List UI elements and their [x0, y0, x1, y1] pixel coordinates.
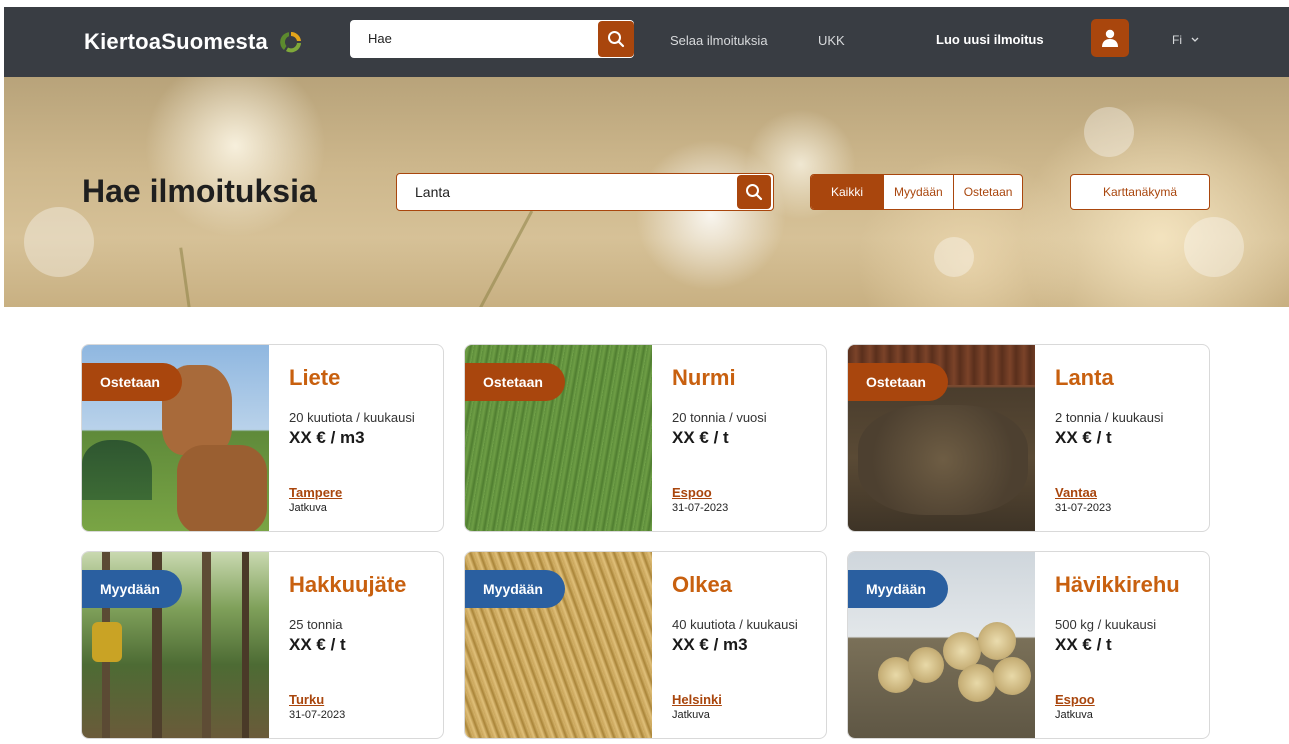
listing-search-button[interactable]	[737, 175, 771, 209]
listing-price: XX € / m3	[289, 428, 365, 447]
listing-badge: Ostetaan	[82, 363, 182, 401]
listing-location-link[interactable]: Espoo	[672, 485, 712, 500]
listing-quantity: 2 tonnia / kuukausi	[1055, 410, 1164, 425]
listing-price: XX € / t	[1055, 635, 1112, 654]
listing-search-bar: Lanta	[396, 173, 774, 211]
hero-flower-stem	[474, 210, 534, 307]
listing-date: Jatkuva	[289, 502, 327, 514]
header-search-button[interactable]	[598, 21, 634, 57]
filter-selling[interactable]: Myydään	[883, 175, 953, 209]
listing-card[interactable]: Ostetaan Liete 20 kuutiota / kuukausi XX…	[81, 344, 444, 532]
hero-bokeh	[24, 207, 94, 277]
listing-location-link[interactable]: Espoo	[1055, 692, 1095, 707]
recycle-logo-icon	[280, 31, 301, 53]
listing-title[interactable]: Hakkuujäte	[289, 572, 406, 598]
language-label: Fi	[1172, 33, 1182, 47]
nav-browse-listings[interactable]: Selaa ilmoituksia	[670, 33, 768, 48]
chevron-down-icon	[1191, 37, 1199, 42]
search-icon	[746, 184, 763, 201]
logo[interactable]: KiertoaSuomesta	[84, 29, 304, 55]
listing-price: XX € / t	[672, 428, 729, 447]
user-profile-button[interactable]	[1091, 19, 1129, 57]
listing-quantity: 20 tonnia / vuosi	[672, 410, 767, 425]
listing-badge: Ostetaan	[465, 363, 565, 401]
map-view-button[interactable]: Karttanäkymä	[1070, 174, 1210, 210]
listing-price: XX € / t	[289, 635, 346, 654]
language-selector[interactable]: Fi	[1172, 33, 1199, 47]
header-search-input[interactable]: Hae	[368, 31, 392, 46]
listing-card[interactable]: Myydään Hakkuujäte 25 tonnia XX € / t Tu…	[81, 551, 444, 739]
listing-badge: Myydään	[82, 570, 182, 608]
listing-location-link[interactable]: Helsinki	[672, 692, 722, 707]
listing-title[interactable]: Liete	[289, 365, 340, 391]
listing-quantity: 25 tonnia	[289, 617, 343, 632]
listing-card[interactable]: Ostetaan Lanta 2 tonnia / kuukausi XX € …	[847, 344, 1210, 532]
hero-flower-stem	[179, 247, 192, 307]
listing-card[interactable]: Myydään Hävikkirehu 500 kg / kuukausi XX…	[847, 551, 1210, 739]
listing-date: Jatkuva	[672, 709, 710, 721]
filter-buying[interactable]: Ostetaan	[952, 175, 1023, 209]
hero-bokeh	[1184, 217, 1244, 277]
logo-text: KiertoaSuomesta	[84, 29, 268, 54]
listing-date: 31-07-2023	[289, 709, 346, 721]
search-icon	[608, 31, 625, 48]
listing-quantity: 500 kg / kuukausi	[1055, 617, 1157, 632]
listing-badge: Ostetaan	[848, 363, 948, 401]
filter-all[interactable]: Kaikki	[811, 175, 884, 209]
listing-title[interactable]: Lanta	[1055, 365, 1114, 391]
user-icon	[1102, 29, 1118, 47]
header-search-bar: Hae	[350, 20, 634, 58]
listing-date: Jatkuva	[1055, 709, 1093, 721]
listing-price: XX € / t	[1055, 428, 1112, 447]
hero-banner: Hae ilmoituksia Lanta Kaikki Myydään Ost…	[4, 77, 1289, 307]
listing-quantity: 40 kuutiota / kuukausi	[672, 617, 798, 632]
listing-badge: Myydään	[848, 570, 948, 608]
page: KiertoaSuomesta Hae Selaa ilmoituksia UK…	[0, 0, 1289, 744]
listing-title[interactable]: Nurmi	[672, 365, 736, 391]
listing-date: 31-07-2023	[1055, 502, 1112, 514]
nav-faq[interactable]: UKK	[818, 33, 845, 48]
top-nav-bar: KiertoaSuomesta Hae Selaa ilmoituksia UK…	[4, 7, 1289, 77]
listing-card[interactable]: Myydään Olkea 40 kuutiota / kuukausi XX …	[464, 551, 827, 739]
create-listing-link[interactable]: Luo uusi ilmoitus	[936, 32, 1044, 47]
listing-price: XX € / m3	[672, 635, 748, 654]
listing-location-link[interactable]: Turku	[289, 692, 324, 707]
listing-date: 31-07-2023	[672, 502, 729, 514]
listing-title[interactable]: Hävikkirehu	[1055, 572, 1180, 598]
hero-bokeh	[934, 237, 974, 277]
hero-bokeh	[1084, 107, 1134, 157]
listing-title[interactable]: Olkea	[672, 572, 732, 598]
listing-quantity: 20 kuutiota / kuukausi	[289, 410, 415, 425]
page-title: Hae ilmoituksia	[82, 173, 317, 209]
listing-badge: Myydään	[465, 570, 565, 608]
listing-search-input[interactable]: Lanta	[415, 184, 450, 200]
listing-card[interactable]: Ostetaan Nurmi 20 tonnia / vuosi XX € / …	[464, 344, 827, 532]
listing-location-link[interactable]: Vantaa	[1055, 485, 1097, 500]
listing-location-link[interactable]: Tampere	[289, 485, 342, 500]
listing-type-filter: Kaikki Myydään Ostetaan	[810, 174, 1024, 210]
